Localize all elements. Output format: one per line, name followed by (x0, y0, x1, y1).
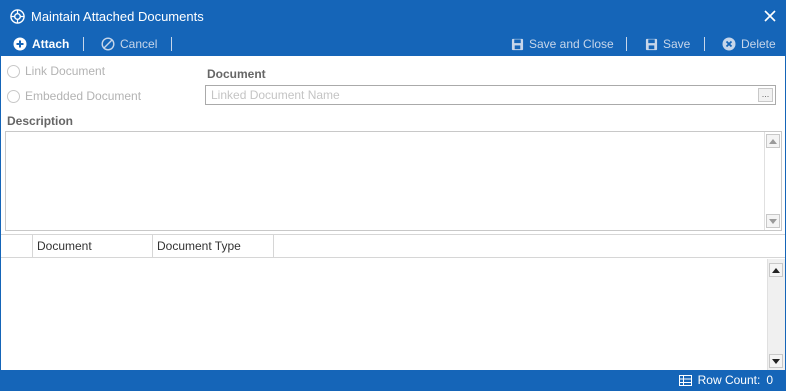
toolbar-divider (171, 37, 172, 51)
document-field[interactable]: ... (205, 85, 776, 105)
grid-icon (678, 374, 692, 386)
save-icon (645, 38, 658, 50)
description-box[interactable] (5, 131, 782, 231)
status-bar: Row Count: 0 (1, 370, 785, 390)
close-icon[interactable] (761, 7, 779, 25)
grid-body[interactable] (1, 258, 785, 371)
scroll-down-arrow-icon[interactable] (769, 354, 783, 368)
toolbar-divider (704, 37, 705, 51)
save-and-close-label: Save and Close (529, 37, 614, 51)
scroll-up-arrow-icon[interactable] (769, 263, 783, 277)
row-count-indicator: Row Count: 0 (678, 373, 773, 387)
description-scrollbar[interactable] (764, 132, 781, 230)
row-count-value: 0 (766, 373, 773, 387)
save-label: Save (663, 37, 691, 51)
browse-button[interactable]: ... (758, 88, 773, 102)
link-document-label: Link Document (25, 64, 106, 78)
cancel-label: Cancel (120, 37, 158, 51)
delete-button[interactable]: Delete (722, 36, 776, 52)
add-icon (13, 37, 27, 51)
save-and-close-button[interactable]: Save and Close (511, 36, 614, 52)
save-button[interactable]: Save (645, 36, 690, 52)
delete-icon (722, 37, 736, 51)
window-title: Maintain Attached Documents (31, 9, 204, 24)
documents-grid: Document Document Type (1, 234, 785, 371)
scroll-up-arrow-icon[interactable] (766, 134, 780, 148)
toolbar-divider (626, 37, 627, 51)
attachment-form: Link Document Embedded Document Document… (1, 56, 785, 234)
cancel-button[interactable]: Cancel (101, 36, 157, 52)
radio-circle[interactable] (7, 89, 20, 103)
title-bar[interactable]: Maintain Attached Documents (1, 1, 785, 32)
column-header-document-type[interactable]: Document Type (153, 235, 274, 257)
attach-label: Attach (32, 37, 70, 51)
document-input[interactable] (206, 86, 775, 104)
grid-scrollbar[interactable] (767, 259, 785, 371)
toolbar: Attach Cancel Save and Close Save Delete (1, 32, 785, 56)
link-document-radio[interactable]: Link Document (7, 64, 105, 78)
save-icon (511, 38, 524, 50)
app-logo-icon (10, 9, 25, 24)
attach-button[interactable]: Attach (13, 36, 69, 52)
dialog-window: Maintain Attached Documents Attach Cance… (0, 0, 786, 391)
description-label: Description (7, 114, 74, 128)
embedded-document-radio[interactable]: Embedded Document (7, 89, 141, 103)
row-selector-header[interactable] (1, 235, 33, 257)
document-label: Document (207, 67, 266, 81)
cancel-icon (101, 37, 115, 51)
grid-header: Document Document Type (1, 235, 785, 258)
column-header-document[interactable]: Document (33, 235, 153, 257)
toolbar-divider (83, 37, 84, 51)
embedded-document-label: Embedded Document (25, 89, 142, 103)
radio-circle[interactable] (7, 64, 20, 78)
scroll-down-arrow-icon[interactable] (766, 214, 780, 228)
row-count-label: Row Count: (697, 373, 761, 387)
description-textarea[interactable] (6, 132, 766, 230)
delete-label: Delete (741, 37, 776, 51)
